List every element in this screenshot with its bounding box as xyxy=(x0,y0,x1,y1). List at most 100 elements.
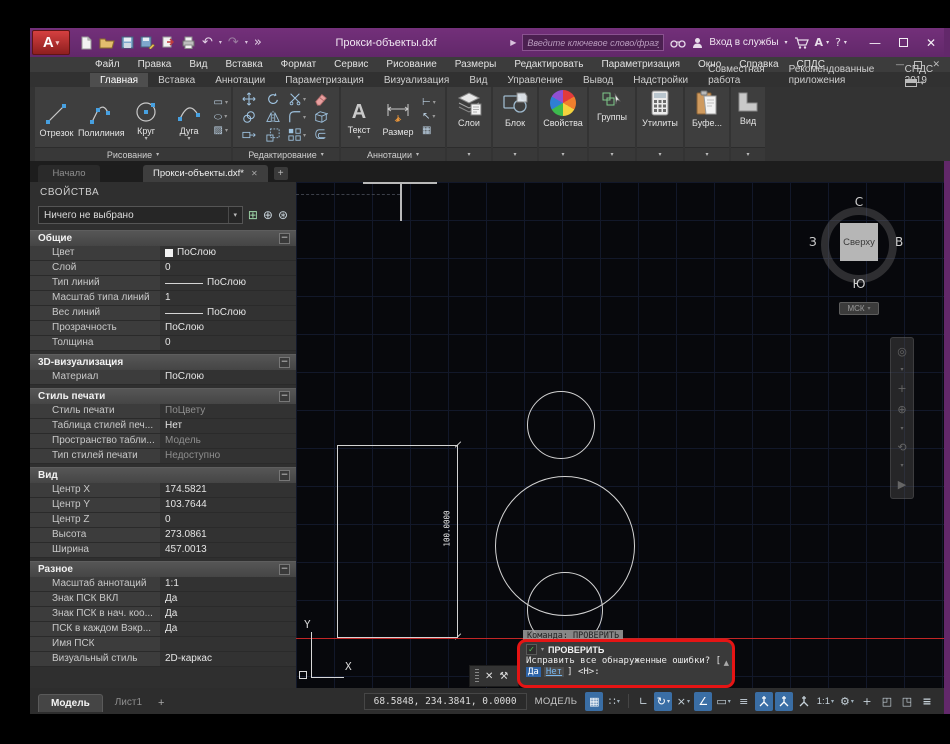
crosshair-button[interactable]: + xyxy=(858,692,876,711)
space-label[interactable]: МОДЕЛЬ xyxy=(535,696,578,707)
signin-label[interactable]: Вход в службы xyxy=(709,37,778,48)
chevron-down-icon[interactable]: ▾ xyxy=(900,425,903,432)
viewcube-east[interactable]: В xyxy=(895,235,903,249)
property-row[interactable]: Масштаб типа линий 1 xyxy=(30,291,296,306)
rectangle-button[interactable]: ▭ ▾ xyxy=(214,97,228,109)
ellipse-button[interactable]: ○ ▾ xyxy=(214,111,228,123)
user-icon[interactable] xyxy=(692,37,703,49)
dimension-style-button[interactable]: ⊢ ▾ xyxy=(422,97,436,109)
panel-label-edit[interactable]: Редактирование ▾ xyxy=(233,147,339,161)
orbit-icon[interactable]: ⟲ xyxy=(897,442,906,453)
minimize-button[interactable]: — xyxy=(869,37,881,49)
panel-groups[interactable]: Группы ▾ xyxy=(589,87,635,161)
copy-button[interactable] xyxy=(242,110,256,124)
ribbon-tab[interactable]: Вставка xyxy=(148,73,205,87)
toggle-pickadd-icon[interactable]: ⊞ xyxy=(248,208,258,222)
polar-tracking-toggle[interactable]: ↻ ▾ xyxy=(654,691,673,711)
section-header[interactable]: Общие − xyxy=(30,230,296,246)
collapse-icon[interactable]: − xyxy=(279,564,290,575)
panel-label-annotation[interactable]: Аннотации ▾ xyxy=(341,147,445,161)
menu-item[interactable]: Вставка xyxy=(216,59,271,70)
signin-dropdown-icon[interactable]: ▾ xyxy=(785,39,788,46)
property-row[interactable]: Масштаб аннотаций 1:1 xyxy=(30,577,296,592)
ribbon-tab[interactable]: Вывод xyxy=(573,73,623,87)
viewcube-south[interactable]: Ю xyxy=(821,277,897,291)
search-binoculars-icon[interactable] xyxy=(670,37,687,48)
panel-label-groups[interactable]: ▾ xyxy=(589,147,635,161)
viewcube-west[interactable]: З xyxy=(809,235,817,249)
property-row[interactable]: Центр Z 0 xyxy=(30,513,296,528)
fillet-button[interactable]: ▾ xyxy=(288,110,306,124)
property-row[interactable]: Визуальный стиль 2D-каркас xyxy=(30,652,296,667)
annotation-scale-button[interactable]: 1:1 ▾ xyxy=(815,692,836,711)
collapse-icon[interactable]: − xyxy=(279,233,290,244)
ribbon-tab[interactable]: Управление xyxy=(497,73,573,87)
panel-label-draw[interactable]: Рисование ▾ xyxy=(35,147,231,161)
menu-item[interactable]: Размеры xyxy=(446,59,506,70)
dynamic-input-toggle[interactable]: ▭ ▾ xyxy=(714,692,732,711)
select-objects-icon[interactable]: ⊕ xyxy=(263,208,273,222)
section-header[interactable]: Разное − xyxy=(30,561,296,577)
box-button[interactable] xyxy=(314,110,328,124)
menu-item[interactable]: Параметризация xyxy=(592,59,689,70)
section-header[interactable]: Вид − xyxy=(30,467,296,483)
property-row[interactable]: Стиль печати ПоЦвету xyxy=(30,404,296,419)
text-button[interactable]: A Текст ▾ xyxy=(341,96,377,141)
property-row[interactable]: Прозрачность ПоСлою xyxy=(30,321,296,336)
property-row[interactable]: ПСК в каждом Вэкр... Да xyxy=(30,622,296,637)
property-row[interactable]: Центр Y 103.7644 xyxy=(30,498,296,513)
scroll-up-icon[interactable]: ▲ xyxy=(724,659,729,667)
property-row[interactable]: Знак ПСК ВКЛ Да xyxy=(30,592,296,607)
property-row[interactable]: Цвет ПоСлою xyxy=(30,246,296,261)
close-button[interactable]: ✕ xyxy=(926,37,936,49)
pan-icon[interactable]: + xyxy=(897,383,906,394)
property-row[interactable]: Таблица стилей печ... Нет xyxy=(30,419,296,434)
panel-layers[interactable]: Слои ▾ xyxy=(447,87,491,161)
save-as-icon[interactable] xyxy=(140,36,155,49)
object-snap-toggle[interactable]: × ▾ xyxy=(674,692,692,711)
drawing-canvas[interactable]: 100.0000 Y X Сверху С Ю З В МСК ▾ ◎ ▾ + … xyxy=(296,182,944,688)
ortho-toggle[interactable]: ∟ xyxy=(634,692,652,711)
ribbon-tab[interactable]: Визуализация xyxy=(374,73,459,87)
property-row[interactable]: Пространство табли... Модель xyxy=(30,434,296,449)
undo-icon[interactable]: ↶ xyxy=(202,36,213,49)
section-header[interactable]: 3D-визуализация − xyxy=(30,354,296,370)
transfer-icon[interactable] xyxy=(161,36,175,49)
property-row[interactable]: Тип линий ПоСлою xyxy=(30,276,296,291)
zoom-icon[interactable]: ⊕ xyxy=(897,404,906,415)
property-row[interactable]: Центр X 174.5821 xyxy=(30,483,296,498)
help-button[interactable]: ? ▾ xyxy=(835,36,847,49)
panel-clipboard[interactable]: Буфе... ▾ xyxy=(685,87,729,161)
search-collapse-icon[interactable]: ▶ xyxy=(510,38,516,47)
drag-grip-icon[interactable] xyxy=(475,669,479,683)
viewcube-face-top[interactable]: Сверху xyxy=(840,223,878,261)
save-icon[interactable] xyxy=(121,36,134,49)
open-file-icon[interactable] xyxy=(99,36,115,49)
command-check-icon[interactable]: ✓ xyxy=(526,644,537,655)
line-button[interactable]: Отрезок xyxy=(35,97,78,138)
dimension-button[interactable]: Размер xyxy=(377,98,419,137)
property-row[interactable]: Имя ПСК xyxy=(30,637,296,652)
settings-gear-button[interactable]: ⚙ ▾ xyxy=(838,692,856,711)
menu-item[interactable]: Сервис xyxy=(325,59,377,70)
ribbon-collapse-button[interactable]: ▾ xyxy=(905,79,924,87)
panel-label-view[interactable]: ▾ xyxy=(731,147,765,161)
panel-properties[interactable]: Свойства ▾ xyxy=(539,87,587,161)
doc-tab-start[interactable]: Начало xyxy=(38,165,100,182)
ribbon-tab[interactable]: Рекомендованные приложения xyxy=(779,62,895,87)
ribbon-tab[interactable]: Главная xyxy=(90,73,149,87)
menu-item[interactable]: Вид xyxy=(180,59,216,70)
chevron-down-icon[interactable]: ▾ xyxy=(541,646,544,653)
panel-block[interactable]: Блок ▾ xyxy=(493,87,537,161)
trim-button[interactable]: ▾ xyxy=(288,92,306,106)
stretch-button[interactable] xyxy=(242,128,256,142)
annotation-monitor-toggle[interactable] xyxy=(754,691,773,711)
doc-tab-active[interactable]: Прокси-объекты.dxf* ✕ xyxy=(143,165,268,182)
cart-icon[interactable] xyxy=(794,36,809,49)
menu-item[interactable]: Редактировать xyxy=(505,59,592,70)
menu-item[interactable]: Рисование xyxy=(377,59,445,70)
chevron-down-icon[interactable]: ▾ xyxy=(900,462,903,469)
option-no[interactable]: Нет xyxy=(543,667,565,677)
property-row[interactable]: Слой 0 xyxy=(30,261,296,276)
arc-button[interactable]: Дуга ▾ xyxy=(168,95,211,141)
